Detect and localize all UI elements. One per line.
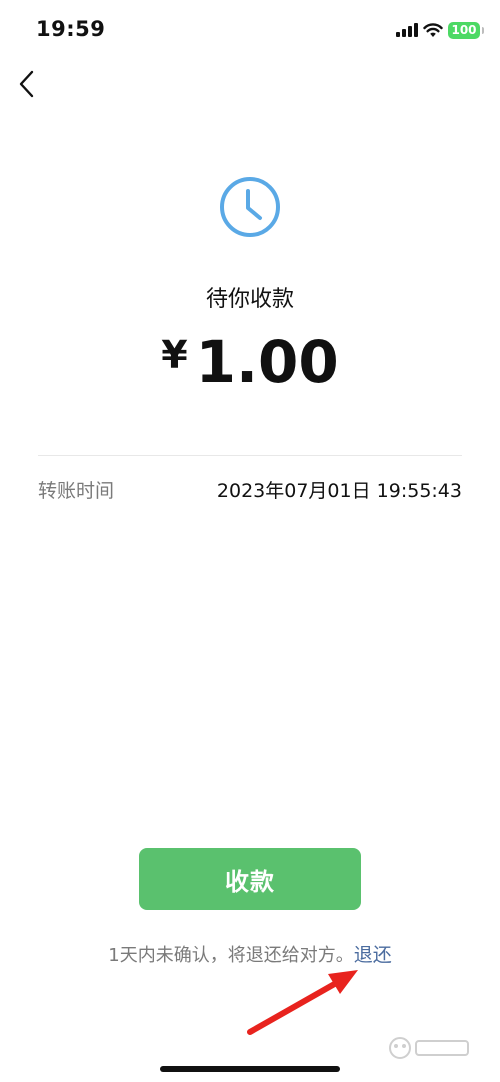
status-bar: 19:59 100 bbox=[0, 0, 500, 60]
annotation-arrow-icon bbox=[247, 970, 358, 1035]
amount-value: 1.00 bbox=[195, 328, 339, 396]
clock-icon bbox=[220, 177, 280, 237]
home-indicator bbox=[160, 1066, 340, 1072]
transfer-amount: ¥1.00 bbox=[0, 328, 500, 396]
chevron-left-icon bbox=[19, 70, 34, 98]
wifi-icon bbox=[423, 22, 443, 37]
back-button[interactable] bbox=[12, 66, 46, 102]
transfer-time-label: 转账时间 bbox=[38, 480, 115, 502]
status-time: 19:59 bbox=[36, 17, 106, 41]
battery-level: 100 bbox=[451, 23, 477, 37]
signal-icon bbox=[396, 23, 418, 37]
receive-button-label: 收款 bbox=[225, 867, 275, 896]
watermark-logo-icon bbox=[389, 1037, 469, 1059]
divider bbox=[38, 455, 462, 456]
transfer-status-title: 待你收款 bbox=[205, 287, 294, 312]
receive-button[interactable]: 收款 bbox=[139, 848, 361, 910]
status-icons: 100 bbox=[396, 21, 484, 39]
currency-symbol: ¥ bbox=[161, 333, 188, 377]
battery-icon: 100 bbox=[448, 21, 484, 39]
transfer-time-value: 2023年07月01日 19:55:43 bbox=[216, 480, 462, 502]
